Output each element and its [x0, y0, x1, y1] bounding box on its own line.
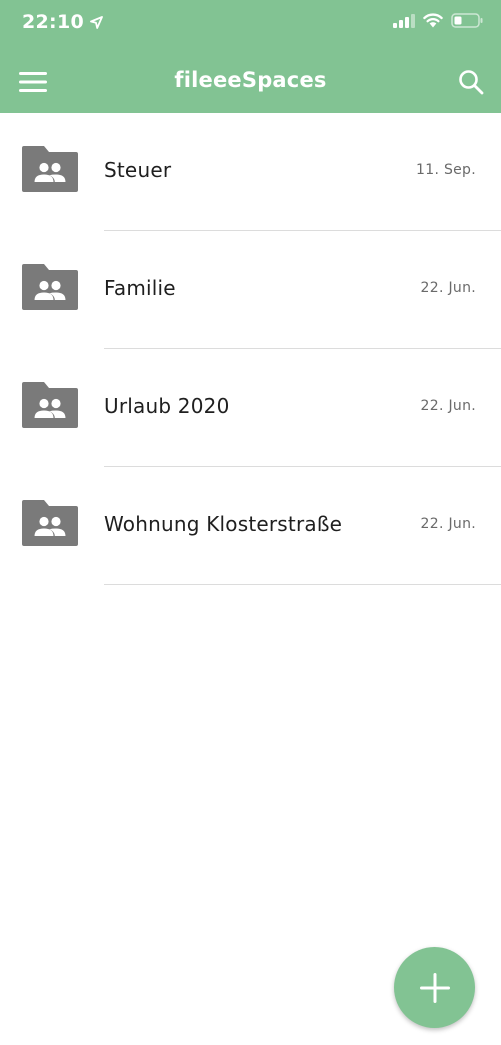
list-item[interactable]: Wohnung Klosterstraße 22. Jun.: [0, 467, 501, 585]
status-icons: [393, 13, 483, 28]
space-date: 22. Jun.: [420, 516, 476, 532]
status-time: 22:10: [22, 11, 103, 33]
space-name: Steuer: [104, 158, 172, 182]
status-bar: 22:10: [0, 0, 501, 48]
wifi-icon: [423, 13, 443, 28]
shared-folder-icon: [22, 382, 78, 428]
list-item[interactable]: Urlaub 2020 22. Jun.: [0, 349, 501, 467]
list-item[interactable]: Steuer 11. Sep.: [0, 113, 501, 231]
plus-icon: [419, 972, 450, 1003]
cellular-signal-icon: [393, 13, 415, 28]
space-name: Wohnung Klosterstraße: [104, 512, 343, 536]
search-button[interactable]: [455, 66, 487, 98]
search-icon: [459, 70, 484, 95]
space-date: 22. Jun.: [420, 280, 476, 296]
status-time-text: 22:10: [22, 11, 84, 33]
space-date: 11. Sep.: [416, 162, 476, 178]
add-space-button[interactable]: [394, 947, 475, 1028]
space-name: Urlaub 2020: [104, 394, 230, 418]
space-name: Familie: [104, 276, 176, 300]
shared-folder-icon: [22, 264, 78, 310]
divider: [104, 584, 501, 585]
battery-icon: [451, 13, 483, 28]
nav-bar: fileeeSpaces: [0, 50, 501, 113]
list-item[interactable]: Familie 22. Jun.: [0, 231, 501, 349]
app-header: 22:10 fileeeSpaces: [0, 0, 501, 113]
location-arrow-icon: [90, 15, 103, 29]
app-title: fileeeSpaces: [174, 68, 327, 92]
shared-folder-icon: [22, 500, 78, 546]
shared-folder-icon: [22, 146, 78, 192]
space-date: 22. Jun.: [420, 398, 476, 414]
spaces-list: Steuer 11. Sep. Familie 22. Jun. Urlaub …: [0, 113, 501, 585]
